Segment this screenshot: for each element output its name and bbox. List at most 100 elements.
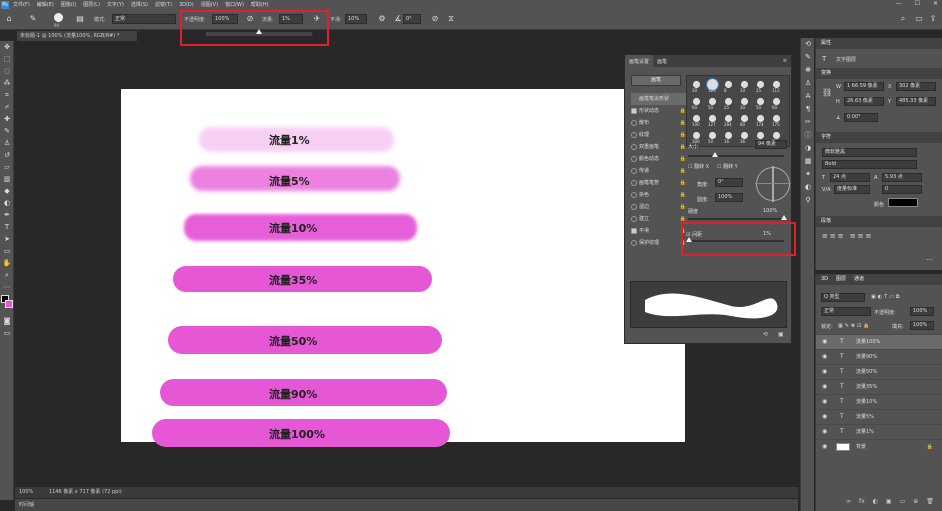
brush-tip-swatch[interactable] (724, 80, 733, 89)
brush-tip-swatch[interactable] (772, 131, 781, 140)
healing-tool-icon[interactable]: ✚ (0, 113, 14, 125)
brush-presets-button[interactable]: 画笔 (631, 75, 681, 86)
history-icon[interactable]: ⟲ (801, 38, 815, 51)
brush-option-item[interactable]: 双重画笔 🔒 (631, 141, 686, 153)
lock-icon[interactable]: 🔒 (680, 165, 686, 177)
panel-menu-icon[interactable]: ≡ (779, 55, 791, 67)
dodge-tool-icon[interactable]: ◐ (0, 197, 14, 209)
visibility-eye-icon[interactable]: ◉ (822, 410, 827, 424)
size-slider[interactable] (688, 152, 784, 157)
text-color-swatch[interactable] (888, 198, 918, 207)
size-slider-knob[interactable] (712, 152, 718, 157)
layer-row[interactable]: ◉ T 流量90% (816, 349, 942, 364)
layer-name[interactable]: 流量50% (856, 365, 877, 379)
lock-icon[interactable]: 🔒 (680, 153, 686, 165)
styles-icon[interactable]: ⚲ (801, 194, 815, 207)
brush-preview-icon[interactable] (54, 13, 63, 22)
maximize-button[interactable]: ☐ (915, 0, 920, 7)
new-group-icon[interactable]: ▭ (900, 498, 906, 505)
brush-option-item[interactable]: 建立 🔒 (631, 213, 686, 225)
brush-tip-swatch[interactable] (740, 131, 749, 140)
timeline-tab[interactable]: 时间轴 (15, 499, 798, 511)
document-tab[interactable]: 未标题-1 @ 100% (流量100%, RGB/8#) * (17, 31, 137, 41)
lock-icon[interactable]: 🔒 (680, 189, 686, 201)
brush-tip-swatch[interactable] (692, 80, 701, 89)
brush-tool-icon[interactable]: ✎ (0, 125, 14, 137)
menu-select[interactable]: 选择(S) (131, 1, 148, 8)
brush-angle-field[interactable]: 0° (403, 14, 421, 24)
tracking-field[interactable]: 0 (882, 185, 922, 194)
h-field[interactable]: 26.63 像素 (844, 97, 884, 106)
history-brush-tool-icon[interactable]: ↺ (0, 149, 14, 161)
tab-layers[interactable]: 图层 (836, 274, 846, 285)
brush-tip-swatch[interactable] (708, 97, 717, 106)
brush-option-checkbox[interactable] (631, 191, 637, 198)
brush-option-checkbox[interactable] (631, 167, 637, 174)
leading-field[interactable]: 5.93 点 (882, 173, 922, 182)
visibility-eye-icon[interactable]: ◉ (822, 350, 827, 364)
marquee-tool-icon[interactable]: ⬚ (0, 53, 14, 65)
rotation-field[interactable]: 0.00° (844, 113, 878, 122)
info-icon[interactable]: ⓘ (801, 129, 815, 142)
brush-tip-swatch[interactable] (724, 97, 733, 106)
symmetry-icon[interactable]: ⧖ (446, 14, 456, 24)
flip-y-checkbox[interactable]: ☐ 翻转 Y (717, 163, 738, 170)
angle-roundness-widget[interactable] (755, 166, 791, 202)
character-header[interactable]: 字符 (816, 132, 942, 143)
zoom-readout[interactable]: 100% (19, 489, 33, 495)
background-color-swatch[interactable] (5, 300, 13, 308)
pen-tool-icon[interactable]: ✒ (0, 209, 14, 221)
brush-option-item[interactable]: 画笔笔尖形状 (631, 93, 686, 105)
brush-tip-swatch[interactable] (756, 131, 765, 140)
crop-tool-icon[interactable]: ⌗ (0, 89, 14, 101)
gradient-tool-icon[interactable]: ▥ (0, 173, 14, 185)
brush-tip-swatch[interactable] (756, 114, 765, 123)
roundness-field[interactable]: 100% (715, 193, 743, 202)
delete-layer-icon[interactable]: 🗑 (926, 498, 934, 505)
menu-file[interactable]: 文件(F) (13, 1, 30, 8)
document-info[interactable]: 1146 像素 x 717 像素 (72 ppi) (49, 489, 122, 495)
font-family-select[interactable]: 微软雅黑 (822, 148, 917, 157)
menu-help[interactable]: 帮助(H) (251, 1, 269, 8)
brush-option-item[interactable]: 画笔笔势 🔒 (631, 177, 686, 189)
kerning-field[interactable]: 度量标准 (834, 185, 870, 194)
fill-field[interactable]: 100% (910, 321, 934, 330)
menu-view[interactable]: 视图(V) (201, 1, 218, 8)
brush-option-item[interactable]: 散布 🔒 (631, 117, 686, 129)
brush-tip-swatch[interactable] (756, 80, 765, 89)
transform-header[interactable]: 变换 (816, 68, 942, 79)
libraries-icon[interactable]: ✦ (801, 168, 815, 181)
shape-tool-icon[interactable]: ▭ (0, 245, 14, 257)
more-options-icon[interactable]: … (926, 254, 933, 262)
blur-tool-icon[interactable]: ◆ (0, 185, 14, 197)
mask-icon[interactable]: ▣ (886, 498, 892, 505)
layer-row[interactable]: ◉ T 流量5% (816, 409, 942, 424)
visibility-eye-icon[interactable]: ◉ (822, 425, 827, 439)
brush-option-item[interactable]: 杂色 🔒 (631, 189, 686, 201)
pressure-size-icon[interactable]: ⊘ (430, 14, 440, 24)
brush-tip-swatch[interactable] (740, 97, 749, 106)
layer-name[interactable]: 背景 (856, 440, 866, 454)
visibility-eye-icon[interactable]: ◉ (822, 440, 827, 454)
gear-icon[interactable]: ⚙ (377, 14, 387, 24)
layer-filter-icons[interactable]: ▣◐T▭⧉ (871, 294, 901, 300)
y-field[interactable]: 485.33 像素 (896, 97, 936, 106)
link-icon[interactable]: ⛓ (822, 88, 832, 97)
tab-brushes[interactable]: 画笔 (653, 55, 671, 67)
magic-wand-tool-icon[interactable]: ⁂ (0, 77, 14, 89)
brush-option-checkbox[interactable] (631, 131, 637, 138)
search-icon[interactable]: ⌕ (898, 14, 908, 24)
mode-select[interactable]: 正常 (112, 14, 176, 24)
x-field[interactable]: 302 像素 (896, 82, 936, 91)
align-buttons[interactable]: ≡≡≡ ≡≡≡ (822, 232, 873, 240)
type-tool-icon[interactable]: T (0, 221, 14, 233)
brush-tip-swatch[interactable] (772, 80, 781, 89)
brush-option-checkbox[interactable] (631, 215, 637, 222)
font-style-select[interactable]: Bold (822, 160, 917, 169)
lock-icon[interactable]: 🔒 (680, 177, 686, 189)
new-layer-icon[interactable]: ⊕ (913, 498, 918, 505)
brush-option-item[interactable]: 保护纹理 🔒 (631, 237, 686, 249)
brush-option-checkbox[interactable] (631, 155, 637, 162)
angle-field[interactable]: 0° (715, 178, 743, 187)
minimize-button[interactable]: — (896, 0, 902, 7)
